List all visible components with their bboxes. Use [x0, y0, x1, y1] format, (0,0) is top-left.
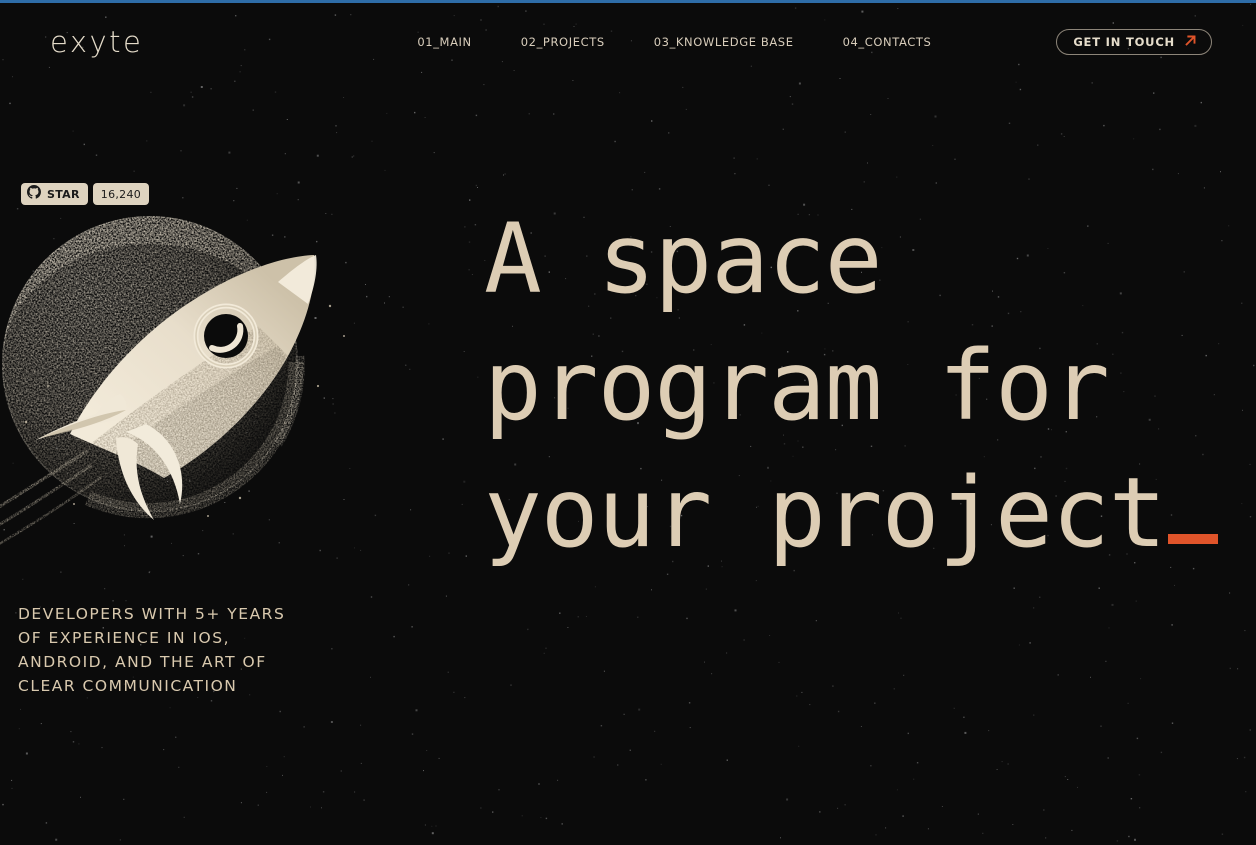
arrow-up-right-icon	[1184, 34, 1197, 50]
github-star-count[interactable]: 16,240	[92, 183, 150, 205]
hero-heading-line-3: your project	[484, 457, 1167, 569]
hero-subtitle: DEVELOPERS WITH 5+ YEARS OF EXPERIENCE I…	[18, 602, 348, 698]
site-logo[interactable]: exyte	[50, 27, 143, 57]
github-icon	[27, 184, 41, 204]
get-in-touch-button[interactable]: GET IN TOUCH	[1056, 29, 1212, 55]
nav-item-projects[interactable]: 02_PROJECTS	[521, 35, 605, 49]
typing-caret-icon	[1167, 534, 1218, 544]
site-header: exyte 01_MAIN 02_PROJECTS 03_KNOWLEDGE B…	[0, 0, 1256, 84]
hero-subtitle-line-1: DEVELOPERS WITH 5+ YEARS	[18, 605, 286, 623]
hero-subtitle-line-4: CLEAR COMMUNICATION	[18, 677, 238, 695]
landing-page: exyte 01_MAIN 02_PROJECTS 03_KNOWLEDGE B…	[0, 0, 1256, 845]
hero-subtitle-line-2: OF EXPERIENCE IN IOS,	[18, 629, 230, 647]
nav-item-contacts[interactable]: 04_CONTACTS	[843, 35, 932, 49]
github-star-button[interactable]: STAR	[21, 183, 88, 205]
hero-heading-line-1: A space	[484, 203, 883, 315]
hero-subtitle-line-3: ANDROID, AND THE ART OF	[18, 653, 267, 671]
github-star-label: STAR	[47, 187, 80, 201]
rocket-and-planet-illustration	[0, 186, 378, 546]
get-in-touch-label: GET IN TOUCH	[1073, 35, 1175, 49]
github-star-badge: STAR 16,240	[21, 183, 150, 205]
nav-item-main[interactable]: 01_MAIN	[417, 35, 471, 49]
page-load-progress-bar	[0, 0, 1256, 3]
main-navigation: 01_MAIN 02_PROJECTS 03_KNOWLEDGE BASE 04…	[417, 35, 931, 49]
hero-heading-line-2: program for	[484, 330, 1110, 442]
hero-heading: A space program for your project	[484, 196, 1224, 577]
nav-item-knowledge-base[interactable]: 03_KNOWLEDGE BASE	[654, 35, 794, 49]
